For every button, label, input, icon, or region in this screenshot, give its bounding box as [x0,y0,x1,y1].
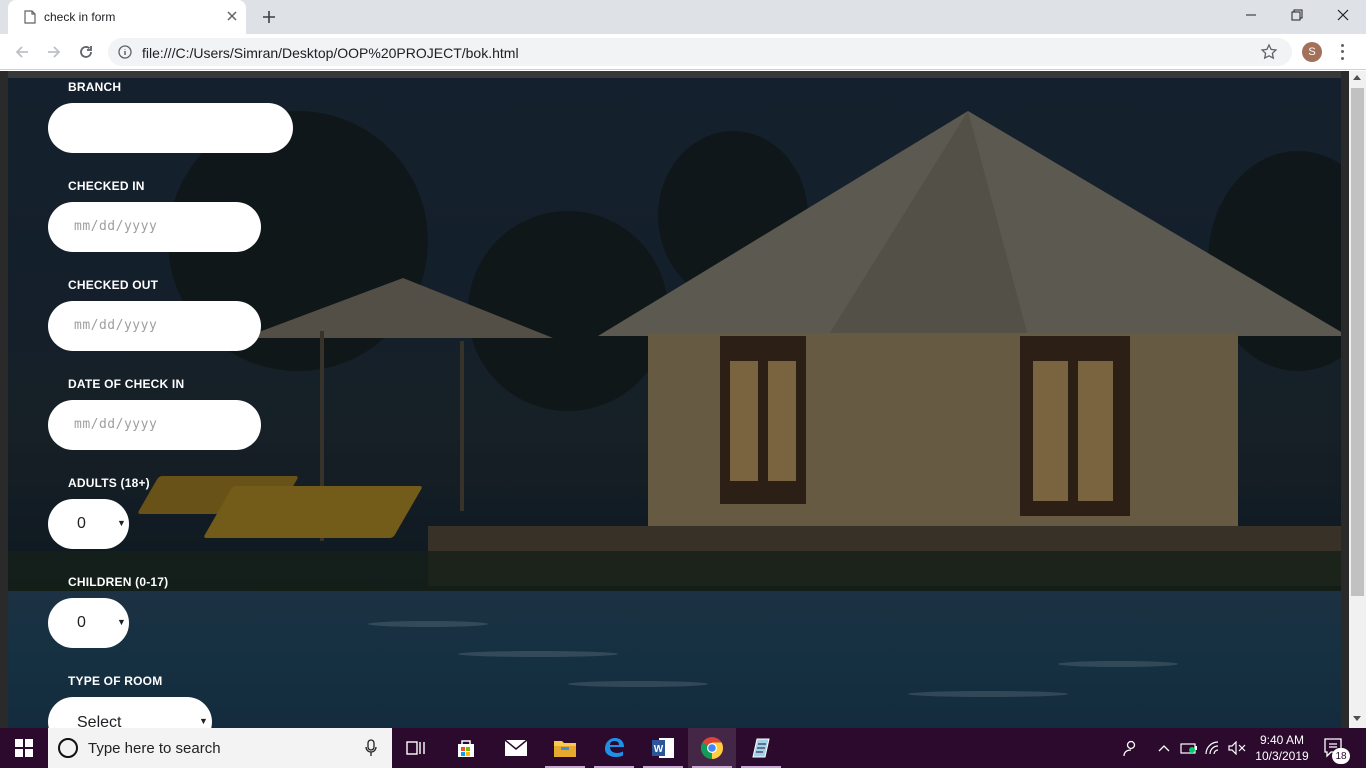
microphone-icon[interactable] [364,739,378,757]
start-button[interactable] [0,728,48,768]
file-explorer-app[interactable] [541,728,589,768]
children-selected-value: 0 [77,614,86,631]
volume-muted-icon [1228,741,1246,755]
room-type-selected-value: Select [77,714,122,728]
tab-title: check in form [44,10,116,24]
children-label: CHILDREN (0-17) [68,575,169,589]
checked-in-date-input[interactable]: mm/dd/yyyy [48,202,261,252]
cortana-icon [58,738,78,758]
taskbar-clock[interactable]: 9:40 AM 10/3/2019 [1248,732,1316,764]
room-type-select[interactable]: Select ▼ [48,697,212,728]
notification-count-badge: 18 [1332,748,1350,764]
clock-date: 10/3/2019 [1255,749,1309,763]
browser-toolbar: file:///C:/Users/Simran/Desktop/OOP%20PR… [0,34,1366,70]
page-viewport: BRANCH CHECKED IN mm/dd/yyyy CHECKED OUT… [0,71,1366,728]
checked-out-label: CHECKED OUT [68,278,159,292]
taskbar-search-box[interactable]: Type here to search [48,728,392,768]
clock-time: 9:40 AM [1259,733,1305,747]
dropdown-arrow-icon: ▼ [117,518,126,528]
address-bar[interactable]: file:///C:/Users/Simran/Desktop/OOP%20PR… [108,38,1292,66]
minimize-icon [1246,14,1256,16]
chevron-up-icon [1158,745,1170,752]
close-tab-icon[interactable] [224,8,240,24]
bookmark-star-icon[interactable] [1260,43,1278,61]
checked-in-label: CHECKED IN [68,179,145,193]
info-icon[interactable] [118,45,132,59]
battery-status[interactable] [1178,728,1200,768]
restore-button[interactable] [1274,0,1320,30]
room-type-label: TYPE OF ROOM [68,674,163,688]
scroll-thumb[interactable] [1351,88,1364,596]
edge-icon [605,738,624,757]
checked-out-date-input[interactable]: mm/dd/yyyy [48,301,261,351]
reload-icon [80,46,92,58]
scroll-down-arrow-icon[interactable] [1353,716,1361,721]
new-tab-icon[interactable] [260,8,278,26]
adults-selected-value: 0 [77,515,86,532]
volume-control[interactable] [1226,728,1248,768]
search-placeholder: Type here to search [88,740,221,757]
close-window-button[interactable] [1320,0,1366,30]
adults-label: ADULTS (18+) [68,476,150,490]
mail-icon [504,739,528,756]
word-app[interactable]: W [639,728,687,768]
chrome-icon [701,737,723,759]
dropdown-arrow-icon: ▼ [199,716,208,726]
checked-in-placeholder: mm/dd/yyyy [74,219,158,234]
browser-menu-icon[interactable] [1336,42,1348,62]
date-of-check-in-input[interactable]: mm/dd/yyyy [48,400,261,450]
people-icon [1123,740,1136,757]
store-icon [458,740,474,757]
forward-button[interactable] [44,42,64,62]
scroll-up-arrow-icon[interactable] [1353,75,1361,80]
branch-label: BRANCH [68,80,122,94]
folder-icon [554,741,576,757]
restore-icon [1291,9,1303,21]
checked-out-placeholder: mm/dd/yyyy [74,318,158,333]
task-view-button[interactable] [392,728,440,768]
url-text[interactable]: file:///C:/Users/Simran/Desktop/OOP%20PR… [142,45,519,61]
wifi-icon [1205,741,1219,755]
adults-select[interactable]: 0 ▼ [48,499,129,549]
date-of-check-in-label: DATE OF CHECK IN [68,377,185,391]
mail-app[interactable] [492,728,540,768]
dropdown-arrow-icon: ▼ [117,617,126,627]
notepad-icon [752,738,770,758]
people-button[interactable] [1116,728,1144,768]
page-scrollbar[interactable] [1349,71,1366,728]
profile-avatar[interactable]: S [1302,42,1322,62]
back-button[interactable] [12,42,32,62]
notepad-app[interactable] [737,728,785,768]
arrow-right-icon [48,46,61,58]
windows-logo-icon [15,739,33,757]
windows-taskbar: Type here to search W 9:40 AM 10/3/2019 … [0,728,1366,768]
date-of-check-in-placeholder: mm/dd/yyyy [74,417,158,432]
children-select[interactable]: 0 ▼ [48,598,129,648]
task-view-icon [406,741,425,755]
arrow-left-icon [15,46,28,58]
store-app[interactable] [442,728,490,768]
reload-button[interactable] [76,42,96,62]
chrome-app[interactable] [688,728,736,768]
minimize-button[interactable] [1228,0,1274,30]
word-icon: W [652,738,674,758]
resort-background-image: BRANCH CHECKED IN mm/dd/yyyy CHECKED OUT… [8,71,1341,728]
check-in-form: BRANCH CHECKED IN mm/dd/yyyy CHECKED OUT… [8,71,328,728]
browser-titlebar: check in form [0,0,1366,34]
document-icon [24,10,36,24]
battery-icon [1180,743,1197,754]
browser-tab[interactable]: check in form [8,0,246,34]
show-hidden-icons-button[interactable] [1154,728,1174,768]
network-status[interactable] [1202,728,1224,768]
svg-text:W: W [654,744,664,755]
branch-input[interactable] [48,103,293,153]
close-icon [1337,9,1349,21]
edge-app[interactable] [590,728,638,768]
